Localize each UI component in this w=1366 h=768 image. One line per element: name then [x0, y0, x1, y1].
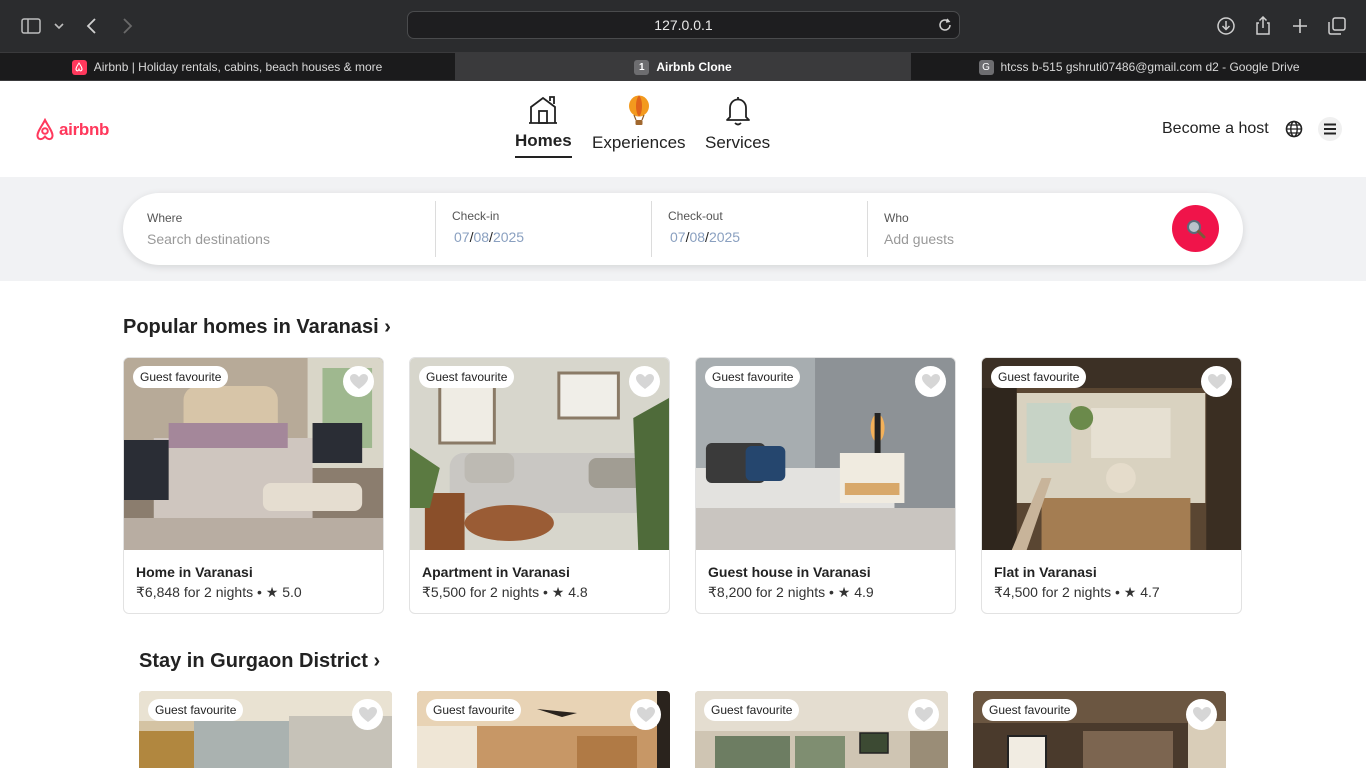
search-button[interactable]: [1172, 205, 1219, 252]
address-bar[interactable]: 127.0.0.1: [407, 11, 960, 39]
checkin-date-input[interactable]: 07/08/2025: [454, 229, 524, 245]
guest-favourite-badge: Guest favourite: [705, 366, 801, 388]
where-field[interactable]: Where Search destinations: [147, 193, 435, 265]
tab-experiences[interactable]: Experiences: [592, 95, 686, 153]
guest-favourite-badge: Guest favourite: [426, 699, 522, 721]
airbnb-logo-icon: [36, 118, 54, 141]
heart-icon[interactable]: [352, 699, 383, 730]
tab-airbnb-clone[interactable]: 1 Airbnb Clone: [455, 53, 911, 81]
listing-card[interactable]: Guest favourite Home in Varanasi ₹6,848 …: [123, 357, 384, 614]
search-icon: [1186, 219, 1205, 238]
who-field[interactable]: Who Add guests: [884, 193, 1154, 265]
listing-card[interactable]: Guest favourite: [973, 691, 1226, 768]
guest-favourite-badge: Guest favourite: [148, 699, 244, 721]
address-text: 127.0.0.1: [654, 17, 713, 33]
tab-google-drive[interactable]: G htcss b-515 gshruti07486@gmail.com d2 …: [912, 53, 1366, 81]
tab-airbnb[interactable]: Airbnb | Holiday rentals, cabins, beach …: [0, 53, 454, 81]
checkout-field[interactable]: Check-out 07/08/2025: [668, 193, 867, 265]
airbnb-icon: [71, 59, 87, 75]
menu-button[interactable]: [1318, 117, 1342, 141]
search-bar: Where Search destinations Check-in 07/08…: [123, 193, 1243, 265]
listing-card[interactable]: Guest favourite Flat in Varanasi ₹4,500 …: [981, 357, 1242, 614]
listing-card[interactable]: Guest favourite: [695, 691, 948, 768]
site-header: airbnb Homes Experiences Services Become…: [0, 81, 1366, 177]
search-band: Where Search destinations Check-in 07/08…: [0, 177, 1366, 281]
heart-icon[interactable]: [1201, 366, 1232, 397]
globe-icon[interactable]: [1285, 120, 1303, 143]
guest-favourite-badge: Guest favourite: [704, 699, 800, 721]
new-tab-icon[interactable]: [1288, 14, 1312, 38]
where-label: Where: [147, 211, 183, 225]
checkin-field[interactable]: Check-in 07/08/2025: [452, 193, 651, 265]
section-title-gurgaon[interactable]: Stay in Gurgaon District ›: [139, 650, 380, 673]
heart-icon[interactable]: [1186, 699, 1217, 730]
tab-label: Services: [705, 133, 771, 152]
forward-icon[interactable]: [115, 14, 139, 38]
divider: [867, 201, 868, 257]
tab-label: htcss b-515 gshruti07486@gmail.com d2 - …: [1000, 60, 1300, 74]
tab-label: Experiences: [592, 133, 686, 152]
guest-favourite-badge: Guest favourite: [982, 699, 1078, 721]
browser-toolbar: 127.0.0.1: [0, 0, 1366, 52]
tab-bar: Airbnb | Holiday rentals, cabins, beach …: [0, 52, 1366, 81]
tab-label: Homes: [515, 131, 572, 150]
listing-price-rating: ₹4,500 for 2 nights • ★ 4.7: [994, 584, 1160, 600]
listing-title: Flat in Varanasi: [994, 564, 1097, 580]
tab-favicon: 1: [634, 59, 650, 75]
heart-icon[interactable]: [343, 366, 374, 397]
sidebar-toggle-icon[interactable]: [19, 14, 43, 38]
download-icon[interactable]: [1214, 14, 1238, 38]
listing-card[interactable]: Guest favourite Apartment in Varanasi ₹5…: [409, 357, 670, 614]
listing-title: Guest house in Varanasi: [708, 564, 871, 580]
who-label: Who: [884, 211, 909, 225]
guests-input[interactable]: Add guests: [884, 231, 954, 247]
hamburger-icon: [1324, 123, 1336, 135]
tab-label: Airbnb Clone: [656, 60, 732, 74]
share-icon[interactable]: [1251, 14, 1275, 38]
heart-icon[interactable]: [629, 366, 660, 397]
tab-services[interactable]: Services: [705, 95, 770, 153]
bell-icon: [725, 97, 750, 126]
house-icon: [529, 96, 558, 124]
become-host-link[interactable]: Become a host: [1162, 120, 1269, 138]
tab-label: Airbnb | Holiday rentals, cabins, beach …: [93, 60, 383, 74]
listing-title: Home in Varanasi: [136, 564, 253, 580]
heart-icon[interactable]: [630, 699, 661, 730]
checkout-label: Check-out: [668, 209, 723, 223]
listing-price-rating: ₹5,500 for 2 nights • ★ 4.8: [422, 584, 588, 600]
active-tab-underline: [515, 156, 572, 158]
listing-price-rating: ₹6,848 for 2 nights • ★ 5.0: [136, 584, 302, 600]
chevron-down-icon[interactable]: [50, 14, 68, 38]
section-title-varanasi[interactable]: Popular homes in Varanasi ›: [123, 316, 391, 339]
guest-favourite-badge: Guest favourite: [991, 366, 1087, 388]
airbnb-logo[interactable]: airbnb: [34, 118, 109, 142]
heart-icon[interactable]: [915, 366, 946, 397]
listing-card[interactable]: Guest favourite Guest house in Varanasi …: [695, 357, 956, 614]
logo-text: airbnb: [59, 120, 110, 139]
listing-card[interactable]: Guest favourite: [417, 691, 670, 768]
heart-icon[interactable]: [908, 699, 939, 730]
reload-icon[interactable]: [937, 17, 953, 36]
listing-card[interactable]: Guest favourite: [139, 691, 392, 768]
tab-overview-icon[interactable]: [1325, 14, 1349, 38]
checkin-label: Check-in: [452, 209, 500, 223]
divider: [435, 201, 436, 257]
tab-homes[interactable]: Homes: [515, 95, 572, 158]
listing-price-rating: ₹8,200 for 2 nights • ★ 4.9: [708, 584, 874, 600]
back-icon[interactable]: [80, 14, 104, 38]
divider: [651, 201, 652, 257]
balloon-icon: [628, 95, 649, 125]
guest-favourite-badge: Guest favourite: [419, 366, 515, 388]
checkout-date-input[interactable]: 07/08/2025: [670, 229, 740, 245]
guest-favourite-badge: Guest favourite: [133, 366, 229, 388]
listing-title: Apartment in Varanasi: [422, 564, 570, 580]
where-input[interactable]: Search destinations: [147, 231, 270, 247]
tab-favicon: G: [978, 59, 994, 75]
